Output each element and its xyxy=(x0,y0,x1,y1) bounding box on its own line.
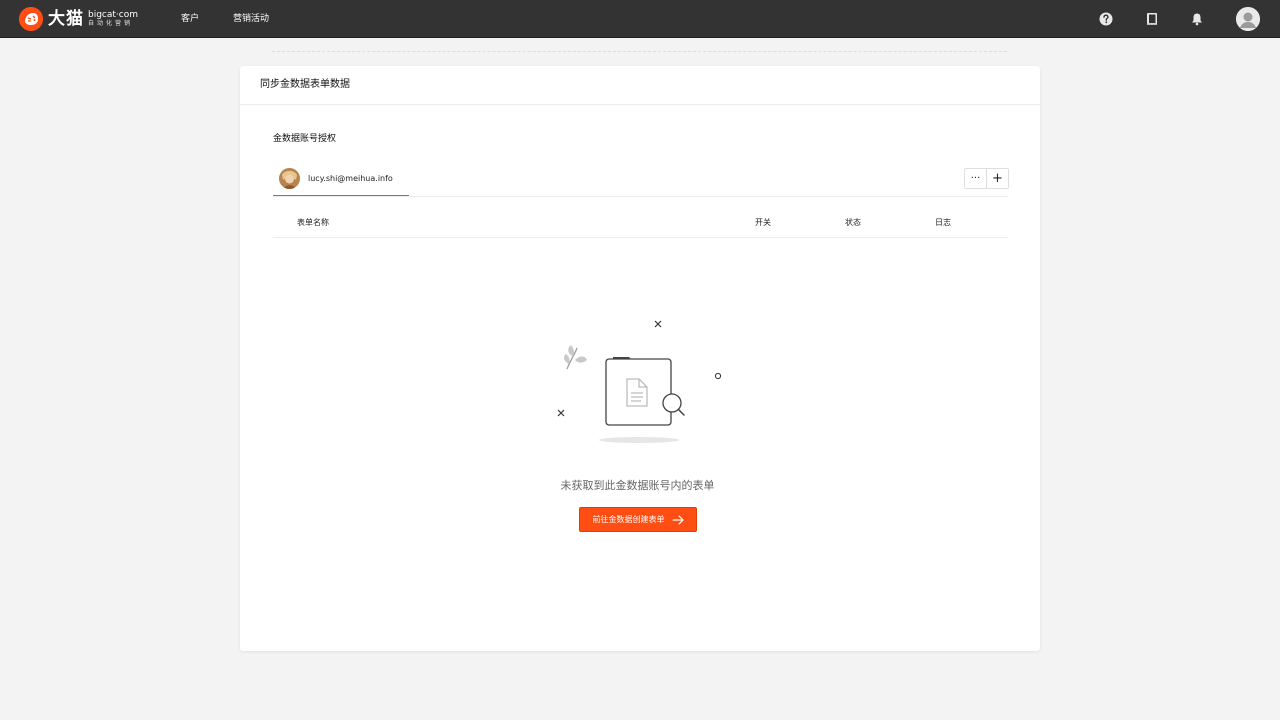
brand-subtitle: bigcat·com 自动化营销 xyxy=(88,11,138,27)
user-avatar[interactable] xyxy=(1236,7,1260,31)
dashed-divider xyxy=(272,51,1007,52)
brand-logo[interactable]: 大猫 bigcat·com 自动化营销 xyxy=(19,7,138,31)
brand-name: 大猫 xyxy=(48,9,84,29)
empty-state-message: 未获取到此金数据账号内的表单 xyxy=(560,479,715,492)
card-title: 同步金数据表单数据 xyxy=(260,79,350,90)
account-tab[interactable]: lucy.shi@meihua.info xyxy=(273,166,409,197)
add-account-button[interactable]: + xyxy=(987,169,1008,188)
tabs-underline xyxy=(273,196,1008,197)
column-header-log: 日志 xyxy=(935,218,951,227)
account-actions: ··· + xyxy=(964,168,1009,189)
account-avatar xyxy=(279,168,300,189)
column-header-switch: 开关 xyxy=(755,218,771,227)
account-email: lucy.shi@meihua.info xyxy=(308,174,393,183)
column-header-form-name: 表单名称 xyxy=(297,218,329,227)
column-header-status: 状态 xyxy=(845,218,861,227)
create-form-button[interactable]: 前往金数据创建表单 xyxy=(579,507,697,532)
tiger-logo-icon xyxy=(19,7,43,31)
book-icon[interactable] xyxy=(1144,11,1160,27)
empty-state-illustration xyxy=(555,318,725,448)
arrow-right-icon xyxy=(671,514,684,525)
nav-item-customers[interactable]: 客户 xyxy=(181,0,199,38)
create-form-button-label: 前往金数据创建表单 xyxy=(592,515,665,524)
bell-icon[interactable] xyxy=(1189,11,1205,27)
more-button[interactable]: ··· xyxy=(965,169,987,188)
brand-slogan: 自动化营销 xyxy=(88,20,134,27)
help-icon[interactable] xyxy=(1098,11,1114,27)
brand-domain: bigcat·com xyxy=(88,10,139,20)
card-header-divider xyxy=(240,104,1040,105)
top-navbar: 大猫 bigcat·com 自动化营销 客户 营销活动 xyxy=(0,0,1280,38)
sync-card: 同步金数据表单数据 金数据账号授权 lucy.shi@meihua.info ·… xyxy=(240,66,1040,651)
table-header: 表单名称 开关 状态 日志 xyxy=(273,212,1008,238)
section-label: 金数据账号授权 xyxy=(273,134,337,144)
nav-item-campaigns[interactable]: 营销活动 xyxy=(233,0,269,38)
